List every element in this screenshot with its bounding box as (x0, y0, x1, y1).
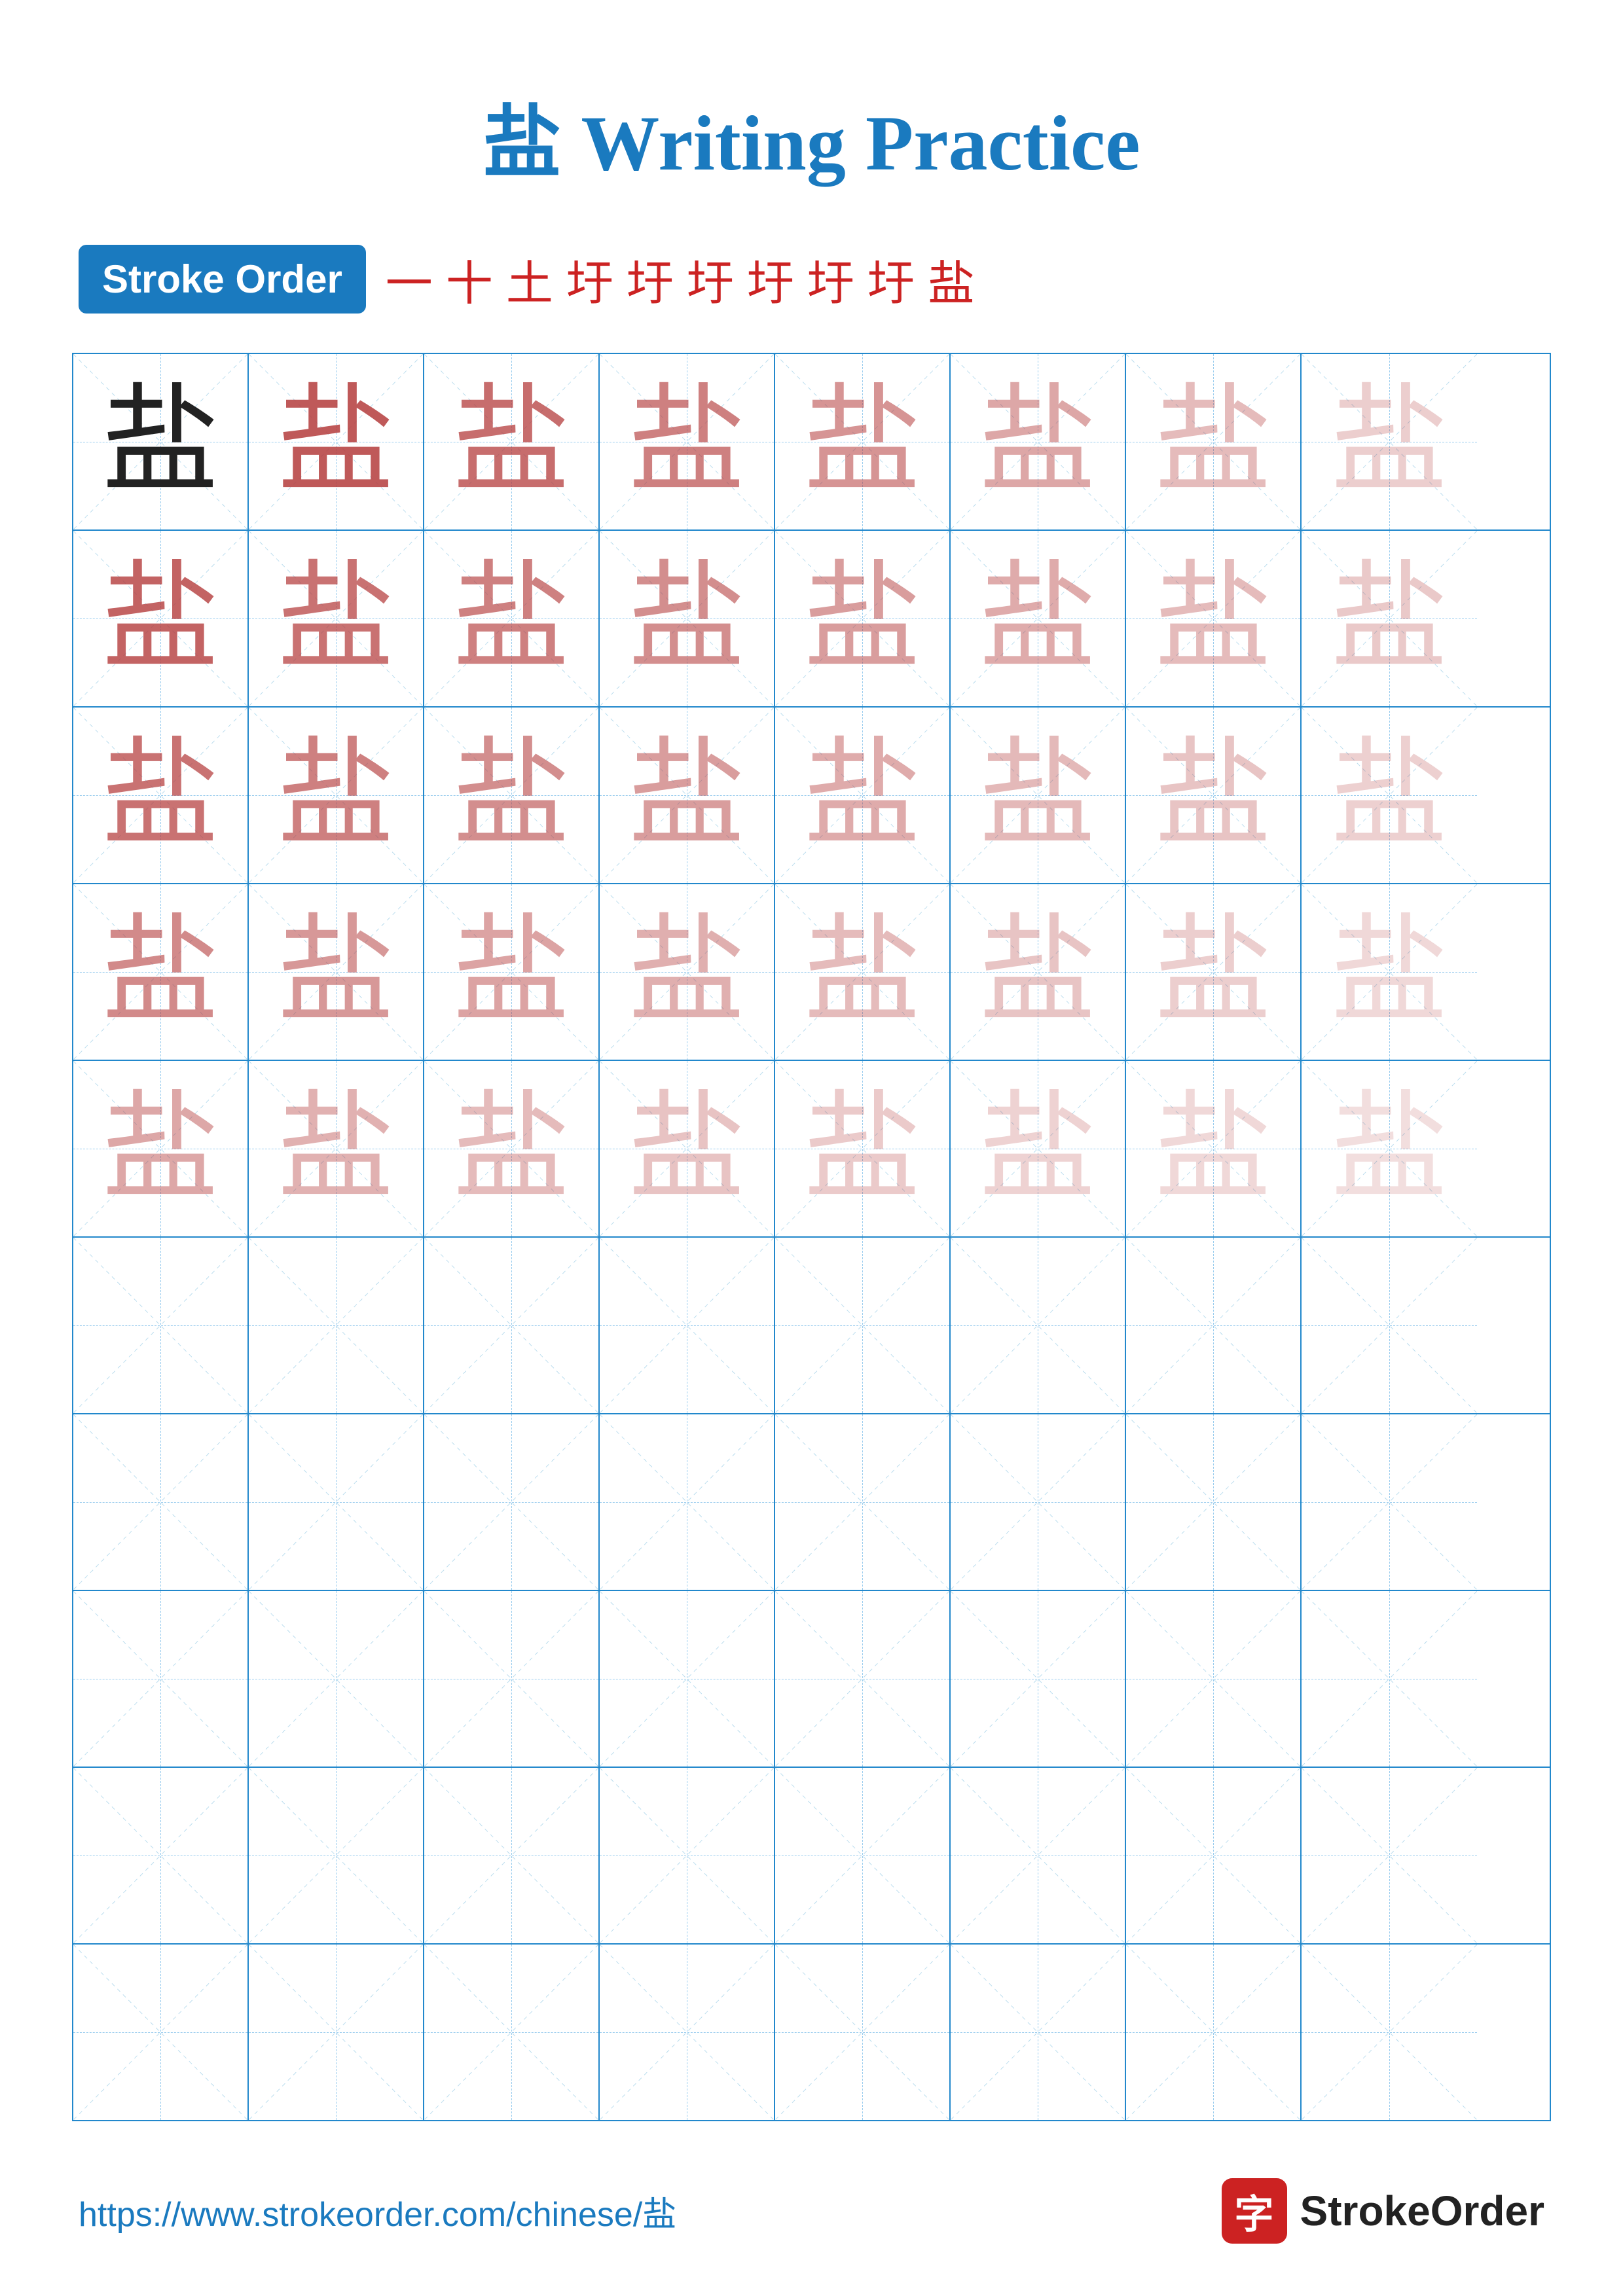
grid-cell[interactable]: 盐 (600, 884, 775, 1060)
grid-cell[interactable]: 盐 (775, 1061, 951, 1236)
grid-cell[interactable]: 盐 (775, 884, 951, 1060)
grid-cell[interactable] (1302, 1414, 1477, 1590)
grid-cell[interactable]: 盐 (1302, 531, 1477, 706)
grid-cell[interactable] (73, 1945, 249, 2120)
grid-row: 盐 盐 盐 盐 盐 盐 盐 盐 (73, 1061, 1550, 1238)
grid-cell[interactable] (73, 1591, 249, 1767)
grid-cell[interactable] (249, 1238, 424, 1413)
grid-cell[interactable]: 盐 (73, 531, 249, 706)
grid-cell[interactable] (1126, 1945, 1302, 2120)
grid-cell[interactable] (424, 1238, 600, 1413)
grid-cell[interactable]: 盐 (249, 354, 424, 529)
grid-cell[interactable] (600, 1591, 775, 1767)
grid-row (73, 1768, 1550, 1945)
grid-cell[interactable] (249, 1768, 424, 1943)
page-title: 盐 Writing Practice (0, 0, 1623, 192)
stroke-order-badge: Stroke Order (79, 245, 366, 314)
grid-cell[interactable]: 盐 (600, 1061, 775, 1236)
grid-cell[interactable] (951, 1945, 1126, 2120)
grid-cell[interactable]: 盐 (249, 531, 424, 706)
grid-cell[interactable] (1302, 1591, 1477, 1767)
grid-cell[interactable] (73, 1414, 249, 1590)
grid-cell[interactable] (1126, 1591, 1302, 1767)
grid-cell[interactable]: 盐 (600, 531, 775, 706)
grid-cell[interactable]: 盐 (249, 1061, 424, 1236)
grid-cell[interactable]: 盐 (424, 1061, 600, 1236)
grid-cell[interactable]: 盐 (600, 708, 775, 883)
grid-cell[interactable]: 盐 (1126, 884, 1302, 1060)
grid-cell[interactable]: 盐 (424, 354, 600, 529)
grid-cell[interactable] (775, 1591, 951, 1767)
grid-cell[interactable] (424, 1591, 600, 1767)
footer: https://www.strokeorder.com/chinese/盐 字 … (0, 2178, 1623, 2244)
grid-row: 盐 盐 盐 盐 盐 盐 盐 盐 (73, 531, 1550, 708)
grid-cell[interactable] (600, 1945, 775, 2120)
stroke-order-section: Stroke Order 一 十 土 圩 圩 圩 圩 圩 圩 盐 (79, 245, 1544, 314)
grid-cell[interactable] (249, 1945, 424, 2120)
grid-cell[interactable]: 盐 (73, 708, 249, 883)
grid-cell[interactable] (424, 1768, 600, 1943)
grid-cell[interactable] (775, 1768, 951, 1943)
grid-cell[interactable] (73, 1768, 249, 1943)
grid-cell[interactable] (600, 1414, 775, 1590)
grid-cell[interactable] (600, 1238, 775, 1413)
grid-cell[interactable]: 盐 (249, 708, 424, 883)
grid-row: 盐 盐 盐 盐 盐 盐 盐 盐 (73, 884, 1550, 1061)
grid-cell[interactable]: 盐 (424, 531, 600, 706)
grid-cell[interactable]: 盐 (73, 1061, 249, 1236)
grid-cell[interactable]: 盐 (1302, 354, 1477, 529)
grid-cell[interactable]: 盐 (775, 531, 951, 706)
grid-cell[interactable]: 盐 (951, 1061, 1126, 1236)
grid-row (73, 1238, 1550, 1414)
grid-cell[interactable] (775, 1238, 951, 1413)
grid-cell[interactable]: 盐 (1302, 884, 1477, 1060)
footer-url: https://www.strokeorder.com/chinese/盐 (79, 2187, 676, 2236)
grid-row: 盐 盐 盐 盐 盐 盐 盐 盐 (73, 708, 1550, 884)
grid-cell[interactable] (73, 1238, 249, 1413)
grid-row (73, 1945, 1550, 2120)
brand-icon: 字 (1222, 2178, 1287, 2244)
grid-cell[interactable] (249, 1591, 424, 1767)
grid-cell[interactable]: 盐 (1126, 531, 1302, 706)
grid-cell[interactable]: 盐 (73, 354, 249, 529)
grid-cell[interactable] (775, 1414, 951, 1590)
grid-cell[interactable] (424, 1945, 600, 2120)
grid-row (73, 1414, 1550, 1591)
grid-cell[interactable] (600, 1768, 775, 1943)
grid-cell[interactable]: 盐 (1126, 354, 1302, 529)
grid-cell[interactable] (951, 1768, 1126, 1943)
grid-cell[interactable] (951, 1591, 1126, 1767)
grid-row (73, 1591, 1550, 1768)
grid-cell[interactable]: 盐 (951, 708, 1126, 883)
grid-cell[interactable] (1302, 1238, 1477, 1413)
grid-cell[interactable]: 盐 (951, 354, 1126, 529)
grid-cell[interactable]: 盐 (1302, 1061, 1477, 1236)
grid-cell[interactable]: 盐 (951, 884, 1126, 1060)
grid-cell[interactable]: 盐 (424, 708, 600, 883)
grid-cell[interactable]: 盐 (1302, 708, 1477, 883)
grid-cell[interactable]: 盐 (775, 708, 951, 883)
grid-cell[interactable] (951, 1414, 1126, 1590)
grid-cell[interactable] (775, 1945, 951, 2120)
practice-grid: 盐 盐 盐 盐 盐 盐 盐 盐 盐 盐 (72, 353, 1551, 2121)
grid-cell[interactable] (249, 1414, 424, 1590)
grid-cell[interactable] (1126, 1238, 1302, 1413)
grid-cell[interactable] (1302, 1768, 1477, 1943)
stroke-order-chars: 一 十 土 圩 圩 圩 圩 圩 圩 盐 (386, 245, 975, 314)
grid-cell[interactable] (951, 1238, 1126, 1413)
grid-cell[interactable]: 盐 (249, 884, 424, 1060)
grid-cell[interactable]: 盐 (600, 354, 775, 529)
grid-cell[interactable] (1302, 1945, 1477, 2120)
grid-cell[interactable]: 盐 (73, 884, 249, 1060)
grid-cell[interactable] (424, 1414, 600, 1590)
grid-cell[interactable] (1126, 1768, 1302, 1943)
grid-row: 盐 盐 盐 盐 盐 盐 盐 盐 (73, 354, 1550, 531)
grid-cell[interactable]: 盐 (1126, 1061, 1302, 1236)
grid-cell[interactable]: 盐 (1126, 708, 1302, 883)
grid-cell[interactable] (1126, 1414, 1302, 1590)
grid-cell[interactable]: 盐 (775, 354, 951, 529)
grid-cell[interactable]: 盐 (424, 884, 600, 1060)
grid-cell[interactable]: 盐 (951, 531, 1126, 706)
footer-brand: 字 StrokeOrder (1222, 2178, 1544, 2244)
